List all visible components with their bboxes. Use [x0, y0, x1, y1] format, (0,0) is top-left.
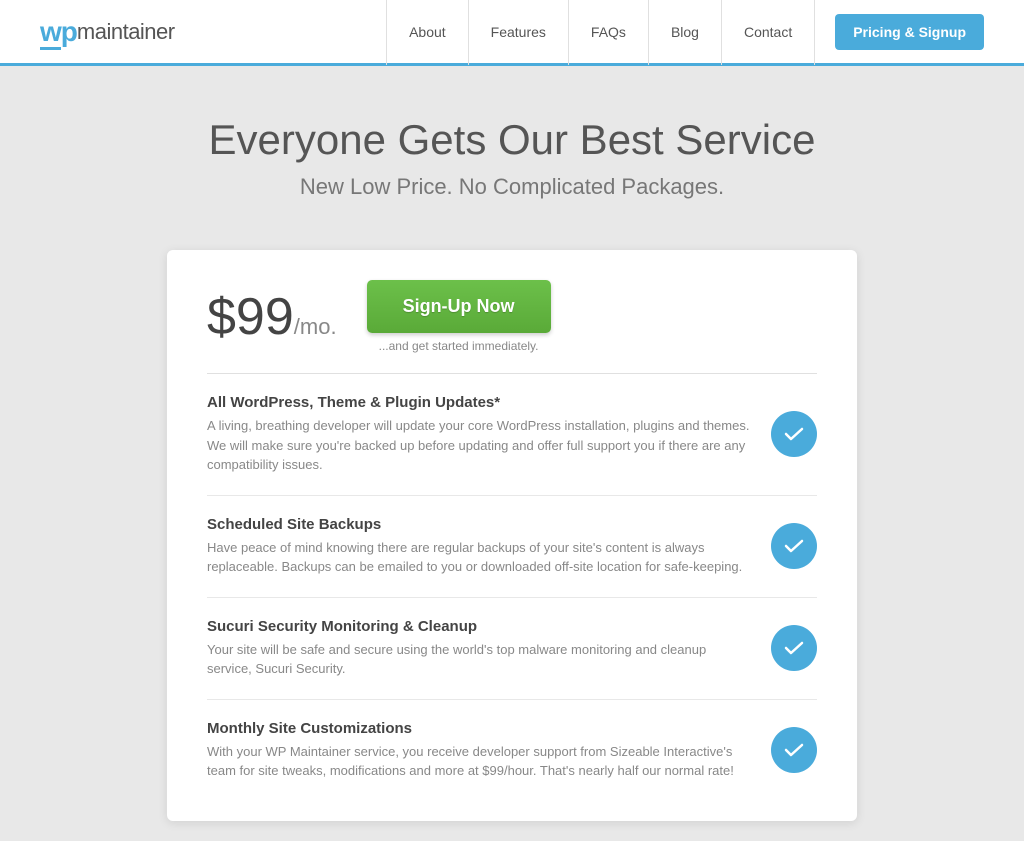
hero-section: Everyone Gets Our Best Service New Low P…: [0, 66, 1024, 230]
nav-features[interactable]: Features: [469, 0, 569, 65]
check-icon-1: [771, 411, 817, 457]
logo: wp maintainer: [40, 16, 175, 48]
feature-text-1: All WordPress, Theme & Plugin Updates* A…: [207, 394, 751, 475]
price-per: /mo.: [294, 314, 337, 339]
hero-heading: Everyone Gets Our Best Service: [20, 116, 1004, 164]
logo-wp: wp: [40, 16, 77, 48]
feature-title-3: Sucuri Security Monitoring & Cleanup: [207, 618, 751, 635]
features-list: All WordPress, Theme & Plugin Updates* A…: [207, 374, 817, 801]
check-icon-3: [771, 625, 817, 671]
header: wp maintainer About Features FAQs Blog C…: [0, 0, 1024, 66]
feature-text-3: Sucuri Security Monitoring & Cleanup You…: [207, 618, 751, 679]
feature-desc-3: Your site will be safe and secure using …: [207, 640, 751, 679]
signup-sub-text: ...and get started immediately.: [379, 339, 539, 353]
nav-faqs[interactable]: FAQs: [569, 0, 649, 65]
check-icon-4: [771, 727, 817, 773]
main-nav: About Features FAQs Blog Contact Pricing…: [386, 0, 984, 65]
feature-title-2: Scheduled Site Backups: [207, 516, 751, 533]
feature-row-1: All WordPress, Theme & Plugin Updates* A…: [207, 374, 817, 496]
nav-blog[interactable]: Blog: [649, 0, 722, 65]
hero-subheading: New Low Price. No Complicated Packages.: [20, 174, 1004, 200]
feature-title-1: All WordPress, Theme & Plugin Updates*: [207, 394, 751, 411]
check-icon-2: [771, 523, 817, 569]
pricing-card: $99/mo. Sign-Up Now ...and get started i…: [167, 250, 857, 821]
logo-maintainer: maintainer: [77, 19, 175, 45]
nav-contact[interactable]: Contact: [722, 0, 815, 65]
price-amount: $99: [207, 288, 294, 346]
price-display: $99/mo.: [207, 291, 337, 343]
feature-desc-1: A living, breathing developer will updat…: [207, 416, 751, 475]
feature-row-2: Scheduled Site Backups Have peace of min…: [207, 496, 817, 598]
feature-desc-2: Have peace of mind knowing there are reg…: [207, 538, 751, 577]
feature-title-4: Monthly Site Customizations: [207, 720, 751, 737]
pricing-header: $99/mo. Sign-Up Now ...and get started i…: [207, 280, 817, 374]
feature-row-4: Monthly Site Customizations With your WP…: [207, 700, 817, 801]
feature-desc-4: With your WP Maintainer service, you rec…: [207, 742, 751, 781]
feature-row-3: Sucuri Security Monitoring & Cleanup You…: [207, 598, 817, 700]
nav-about[interactable]: About: [386, 0, 469, 65]
signup-now-button[interactable]: Sign-Up Now: [367, 280, 551, 333]
nav-pricing-signup[interactable]: Pricing & Signup: [835, 14, 984, 50]
feature-text-4: Monthly Site Customizations With your WP…: [207, 720, 751, 781]
feature-text-2: Scheduled Site Backups Have peace of min…: [207, 516, 751, 577]
signup-area: Sign-Up Now ...and get started immediate…: [367, 280, 551, 353]
